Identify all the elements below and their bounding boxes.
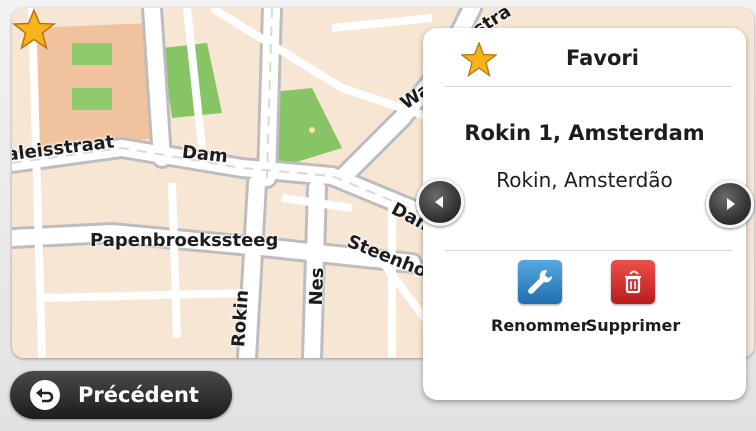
wrench-icon	[517, 260, 562, 304]
street-label-rokin: Rokin	[228, 289, 254, 348]
panel-title: Favori	[566, 46, 639, 70]
back-label: Précédent	[78, 383, 199, 407]
rename-button[interactable]: Renommer	[491, 260, 589, 335]
previous-item-button[interactable]	[416, 178, 464, 226]
rename-label: Renommer	[491, 316, 589, 335]
street-label-papenbroekssteeg: Papenbroekssteeg	[90, 230, 279, 251]
delete-label: Supprimer	[585, 316, 681, 335]
chevron-right-icon	[727, 198, 735, 210]
divider	[445, 250, 732, 251]
divider	[445, 86, 732, 87]
star-icon[interactable]	[12, 8, 56, 52]
favorite-info-panel: Favori Rokin 1, Amsterdam Rokin, Amsterd…	[423, 28, 746, 400]
back-arrow-icon	[30, 380, 60, 410]
street-label-nes: Nes	[305, 267, 329, 306]
address-sub: Rokin, Amsterdão	[496, 168, 673, 192]
next-item-button[interactable]	[706, 180, 754, 228]
trash-icon	[611, 260, 655, 304]
back-button[interactable]: Précédent	[10, 371, 232, 419]
delete-button[interactable]: Supprimer	[583, 260, 683, 335]
chevron-left-icon	[435, 196, 443, 208]
address-main: Rokin 1, Amsterdam	[464, 121, 705, 145]
